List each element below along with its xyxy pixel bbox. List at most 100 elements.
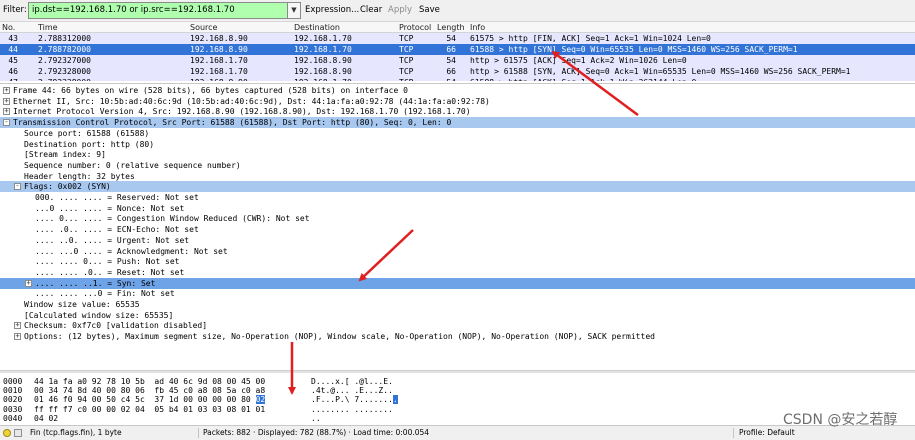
detail-tree-item[interactable]: Window size value: 65535	[0, 299, 915, 310]
detail-tree-label: Window size value: 65535	[24, 300, 140, 309]
packet-destination: 192.168.8.90	[294, 67, 352, 76]
ascii-bytes[interactable]: ........ ........	[311, 405, 393, 414]
detail-tree-item[interactable]: + Checksum: 0xf7c0 [validation disabled]	[0, 320, 915, 331]
packet-row[interactable]: 47 2.792338000 192.168.8.90 192.168.1.70 TCP…	[0, 77, 915, 81]
column-header-length[interactable]: Length	[437, 22, 465, 33]
detail-tree-item[interactable]: 000. .... .... = Reserved: Not set	[0, 192, 915, 203]
hex-offset: 0040	[3, 413, 23, 423]
column-header-destination[interactable]: Destination	[294, 22, 340, 33]
detail-tree-label: .... .... ...0 = Fin: Not set	[35, 289, 175, 299]
ascii-bytes[interactable]: .F...P.\ 7........	[311, 395, 398, 405]
collapse-icon[interactable]: -	[3, 119, 10, 127]
detail-tree-item[interactable]: + Options: (12 bytes), Maximum segment si…	[0, 331, 915, 342]
expand-icon[interactable]: +	[14, 333, 21, 341]
watermark: CSDN @安之若醇	[783, 412, 898, 428]
detail-tree-label: .... 0... .... = Congestion Window Reduc…	[35, 214, 310, 224]
detail-tree-item[interactable]: Source port: 61588 (61588)	[0, 128, 915, 139]
hex-bytes[interactable]: ff ff f7 c0 00 00 02 04 05 b4 01 03 03 0…	[34, 405, 265, 414]
filter-label: Filter:	[3, 5, 27, 15]
packet-no: 46	[8, 67, 18, 76]
ascii-bytes-text: .4t.@... .E...Z..	[311, 386, 393, 396]
clear-button[interactable]: Clear	[360, 5, 382, 15]
detail-tree-label: .... ...0 .... = Acknowledgment: Not set	[35, 246, 228, 256]
detail-tree-item[interactable]: - Flags: 0x002 (SYN)	[0, 181, 915, 193]
expand-icon[interactable]: +	[25, 279, 32, 287]
detail-tree-label: [Calculated window size: 65535]	[24, 310, 174, 320]
packet-info: 61575 > http [FIN, ACK] Seq=1 Ack=1 Win=…	[470, 34, 711, 43]
packet-source: 192.168.8.90	[190, 45, 248, 54]
detail-tree-item[interactable]: Sequence number: 0 (relative sequence nu…	[0, 160, 915, 171]
column-header-no[interactable]: No.	[2, 22, 15, 33]
expert-info-icon[interactable]	[3, 429, 11, 437]
packet-info: 61588 > http [SYN] Seq=0 Win=65535 Len=0…	[470, 45, 798, 54]
ascii-bytes[interactable]: .4t.@... .E...Z..	[311, 386, 393, 395]
packet-protocol: TCP	[399, 45, 414, 54]
detail-tree-item[interactable]: .... .... ...0 = Fin: Not set	[0, 288, 915, 299]
detail-tree-item[interactable]: [Calculated window size: 65535]	[0, 310, 915, 321]
detail-tree-label: Source port: 61588 (61588)	[24, 128, 150, 138]
packet-no: 45	[8, 56, 18, 65]
detail-tree-item[interactable]: .... .... .0.. = Reset: Not set	[0, 267, 915, 278]
packet-row[interactable]: 45 2.792327000 192.168.1.70 192.168.8.90 TCP…	[0, 55, 915, 66]
selected-hex-byte[interactable]: 02	[255, 395, 266, 405]
packet-length: 66	[446, 45, 456, 54]
column-header-protocol[interactable]: Protocol	[399, 22, 431, 33]
detail-tree-item[interactable]: .... ..0. .... = Urgent: Not set	[0, 235, 915, 246]
hex-bytes[interactable]: 01 46 f0 94 00 50 c4 5c 37 1d 00 00 00 0…	[34, 395, 266, 405]
packet-info: http > 61575 [ACK] Seq=1 Ack=2 Win=1026 …	[470, 56, 687, 65]
hex-bytes-text: 44 1a fa a0 92 78 10 5b ad 40 6c 9d 08 0…	[34, 377, 266, 386]
detail-tree-item[interactable]: + Ethernet II, Src: 10:5b:ad:40:6c:9d (10…	[0, 96, 915, 107]
detail-tree-item[interactable]: .... ...0 .... = Acknowledgment: Not set	[0, 246, 915, 257]
ascii-bytes[interactable]: D....x.[ .@l...E.	[311, 377, 393, 386]
ascii-bytes[interactable]: ..	[311, 414, 321, 423]
detail-tree-label: 000. .... .... = Reserved: Not set	[35, 193, 199, 202]
detail-tree-item[interactable]: [Stream index: 9]	[0, 149, 915, 160]
packet-row[interactable]: 46 2.792328000 192.168.1.70 192.168.8.90 TCP…	[0, 66, 915, 77]
packet-info: 61588 > http [ACK] Seq=1 Ack=1 Win=26214…	[470, 77, 696, 81]
packet-protocol: TCP	[399, 56, 414, 65]
hex-bytes[interactable]: 00 34 74 8d 40 00 80 06 fb 45 c0 a8 08 5…	[34, 386, 265, 395]
expression-button[interactable]: Expression...	[305, 5, 359, 15]
detail-tree-item[interactable]: ...0 .... .... = Nonce: Not set	[0, 203, 915, 214]
display-filter-input[interactable]: ip.dst==192.168.1.70 or ip.src==192.168.…	[28, 2, 288, 19]
packet-destination: 192.168.1.70	[294, 34, 352, 43]
hex-bytes-text: ff ff f7 c0 00 00 02 04 05 b4 01 03 03 0…	[34, 404, 266, 414]
column-header-source[interactable]: Source	[190, 22, 217, 33]
hex-offset: 0000	[3, 377, 23, 386]
packet-time: 2.792328000	[38, 67, 91, 76]
detail-tree-item[interactable]: +.... .... ..1. = Syn: Set	[0, 277, 915, 289]
collapse-icon[interactable]: -	[14, 183, 21, 191]
packet-time: 2.792327000	[38, 56, 91, 65]
packet-row[interactable]: 44 2.788782000 192.168.8.90 192.168.1.70 TCP…	[0, 44, 915, 55]
detail-tree-item[interactable]: .... .... 0... = Push: Not set	[0, 256, 915, 267]
detail-tree-item[interactable]: .... .0.. .... = ECN-Echo: Not set	[0, 224, 915, 235]
expand-icon[interactable]: +	[3, 108, 10, 116]
detail-tree-item[interactable]: Header length: 32 bytes	[0, 171, 915, 182]
detail-tree-label: Checksum: 0xf7c0 [validation disabled]	[24, 321, 208, 331]
packet-source: 192.168.1.70	[190, 67, 248, 76]
expand-icon[interactable]: +	[3, 97, 10, 105]
ascii-bytes-text: ..	[311, 413, 321, 423]
column-header-info[interactable]: Info	[470, 22, 485, 33]
column-header-time[interactable]: Time	[38, 22, 58, 33]
detail-tree-item[interactable]: - Transmission Control Protocol, Src Port…	[0, 117, 915, 129]
detail-tree-item[interactable]: + Internet Protocol Version 4, Src: 192.1…	[0, 106, 915, 117]
selected-ascii-byte[interactable]: .	[392, 395, 398, 405]
packet-row[interactable]: 43 2.788312000 192.168.8.90 192.168.1.70 TCP…	[0, 33, 915, 44]
detail-tree-item[interactable]: + Frame 44: 66 bytes on wire (528 bits), …	[0, 85, 915, 96]
chevron-down-icon[interactable]: ▼	[288, 2, 301, 19]
packet-time: 2.792338000	[38, 77, 91, 81]
apply-button[interactable]: Apply	[388, 5, 412, 15]
save-button[interactable]: Save	[419, 5, 440, 15]
hex-bytes[interactable]: 44 1a fa a0 92 78 10 5b ad 40 6c 9d 08 0…	[34, 377, 265, 386]
expand-icon[interactable]: +	[3, 87, 10, 94]
capture-comment-icon[interactable]	[14, 429, 22, 437]
detail-tree-label: .... .... 0... = Push: Not set	[35, 257, 180, 267]
expand-icon[interactable]: +	[14, 322, 21, 330]
detail-tree-item[interactable]: .... 0... .... = Congestion Window Reduc…	[0, 213, 915, 224]
detail-tree-item[interactable]: Destination port: http (80)	[0, 139, 915, 150]
packet-source: 192.168.8.90	[190, 77, 248, 81]
hex-bytes[interactable]: 04 02	[34, 414, 58, 423]
packet-protocol: TCP	[399, 67, 414, 76]
detail-tree-label: Transmission Control Protocol, Src Port:…	[13, 118, 452, 128]
